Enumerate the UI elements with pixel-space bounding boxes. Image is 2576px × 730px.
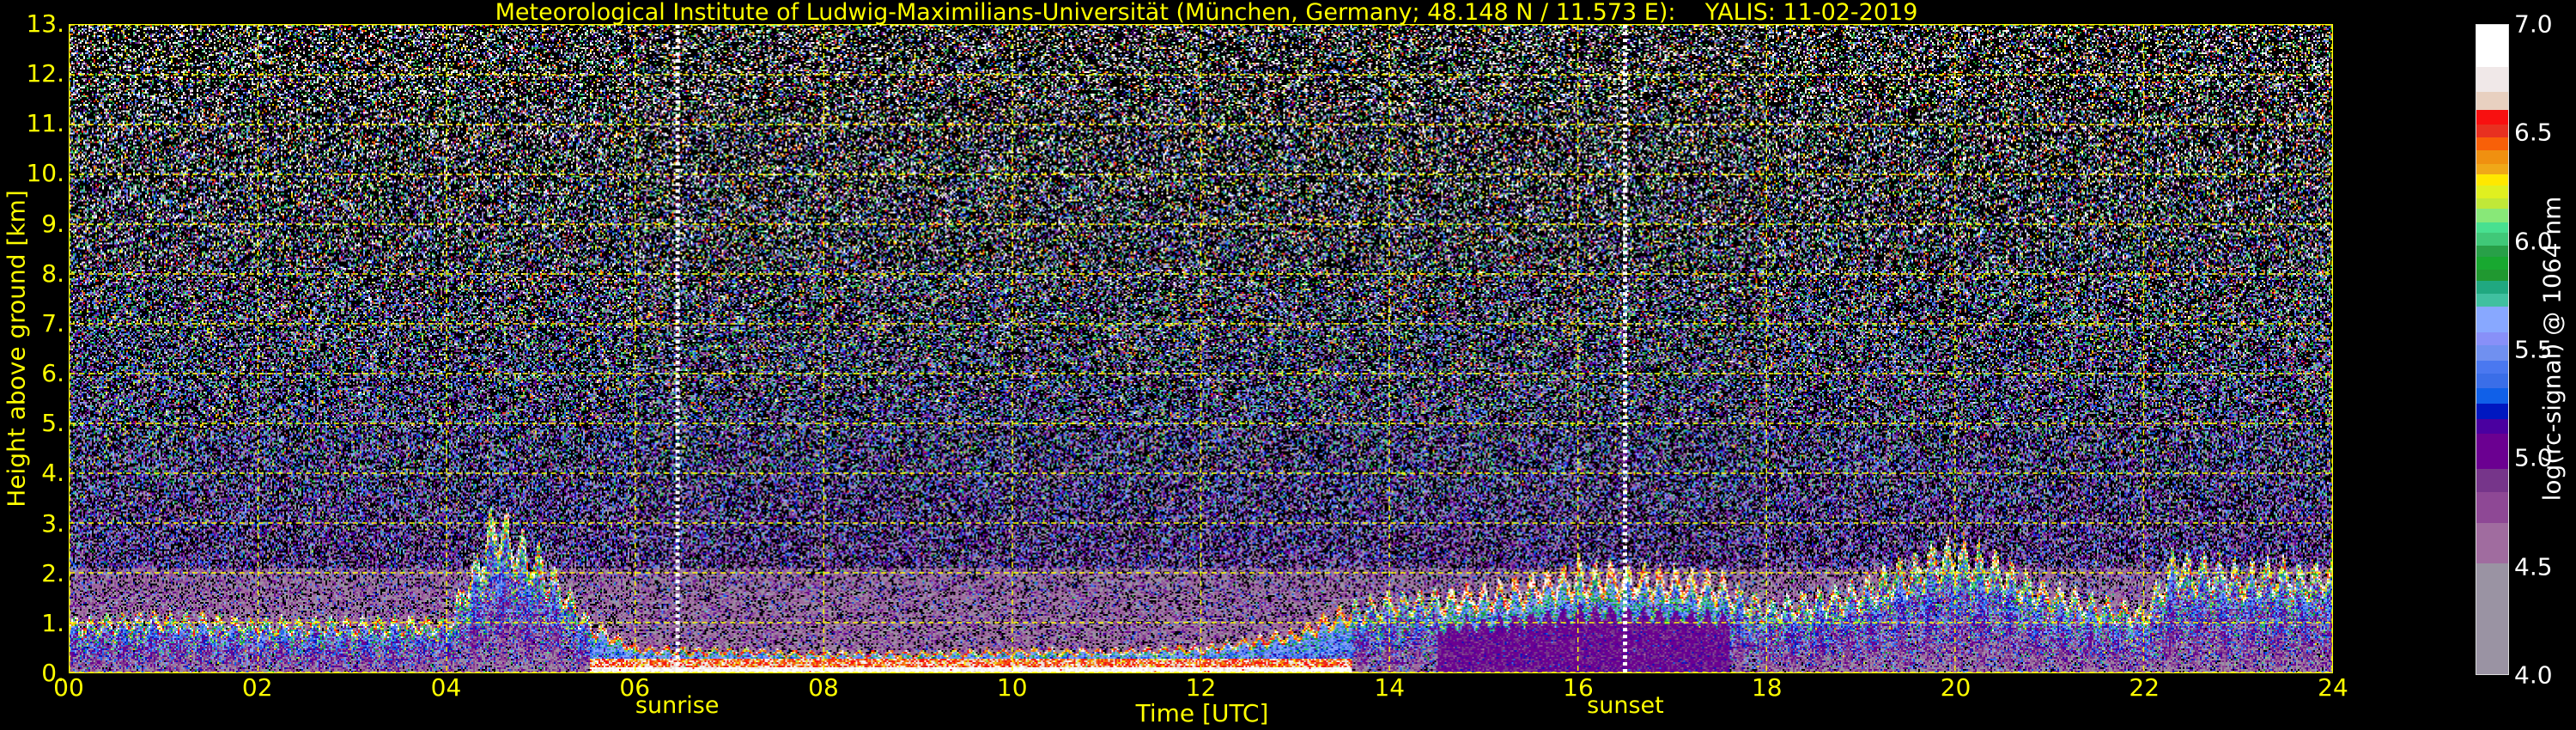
y-tick-label: 2. [41,558,64,587]
colorbar-segment [2476,25,2508,68]
x-axis-label: Time [UTC] [1135,699,1269,727]
colorbar-label: log(rc-signal) @ 1064 nm [2537,196,2567,502]
sunset-label: sunset [1587,692,1664,719]
colorbar-segment [2476,198,2508,210]
colorbar-segment [2476,434,2508,469]
colorbar-segment [2476,67,2508,93]
y-tick-label: 10. [26,159,64,188]
x-tick-label: 10 [996,673,1028,702]
colorbar-segment [2476,233,2508,246]
colorbar-segment [2476,404,2508,419]
colorbar-segment [2476,125,2508,138]
colorbar-segment [2476,150,2508,164]
colorbar-segment [2476,209,2508,222]
x-tick-label: 12 [1185,673,1217,702]
x-tick-label: 02 [241,673,273,702]
colorbar-segment [2476,492,2508,523]
colorbar-segment [2476,563,2508,674]
colorbar-tick-label: 7.0 [2514,9,2553,39]
x-tick-label: 14 [1374,673,1406,702]
y-tick-label: 1. [41,608,64,637]
colorbar-segment [2476,246,2508,257]
colorbar-segment [2476,373,2508,389]
colorbar-segment [2476,256,2508,270]
colorbar-segment [2476,222,2508,234]
colorbar-segment [2476,137,2508,151]
y-tick-label: 11. [26,109,64,138]
colorbar-segment [2476,269,2508,281]
plot-area [69,24,2333,673]
colorbar [2476,24,2509,675]
x-tick-label: 08 [808,673,839,702]
y-tick-label: 9. [41,209,64,238]
colorbar-segment [2476,280,2508,294]
grid-overlay [70,25,2332,672]
colorbar-segment [2476,388,2508,405]
colorbar-segment [2476,468,2508,493]
y-tick-label: 6. [41,359,64,388]
colorbar-segment [2476,306,2508,332]
colorbar-segment [2476,522,2508,564]
colorbar-segment [2476,293,2508,307]
x-tick-label: 24 [2318,673,2348,702]
x-tick-label: 20 [1940,673,1971,702]
colorbar-segment [2476,332,2508,346]
y-tick-label: 3. [41,508,64,538]
sunrise-label: sunrise [635,692,720,719]
x-tick-label: 18 [1751,673,1783,702]
x-tick-label: 22 [2129,673,2160,702]
y-tick-label: 13. [26,9,64,38]
x-tick-label: 00 [53,673,84,702]
y-tick-label: 12. [26,59,64,88]
x-tick-label: 04 [430,673,462,702]
colorbar-segment [2476,174,2508,186]
colorbar-segment [2476,345,2508,361]
colorbar-segment [2476,418,2508,435]
colorbar-segment [2476,109,2508,125]
y-tick-label: 8. [41,259,64,288]
chart-title: Meteorological Institute of Ludwig-Maxim… [495,0,1918,26]
colorbar-tick-label: 6.5 [2514,118,2553,147]
colorbar-segment [2476,185,2508,198]
y-tick-label: 4. [41,459,64,488]
y-axis-label: Height above ground [km] [2,190,31,508]
colorbar-segment [2476,92,2508,110]
colorbar-segment [2476,163,2508,175]
colorbar-tick-label: 4.0 [2514,660,2553,690]
y-tick-label: 5. [41,409,64,438]
colorbar-tick-label: 4.5 [2514,552,2553,581]
colorbar-segment [2476,360,2508,374]
y-tick-label: 7. [41,308,64,338]
